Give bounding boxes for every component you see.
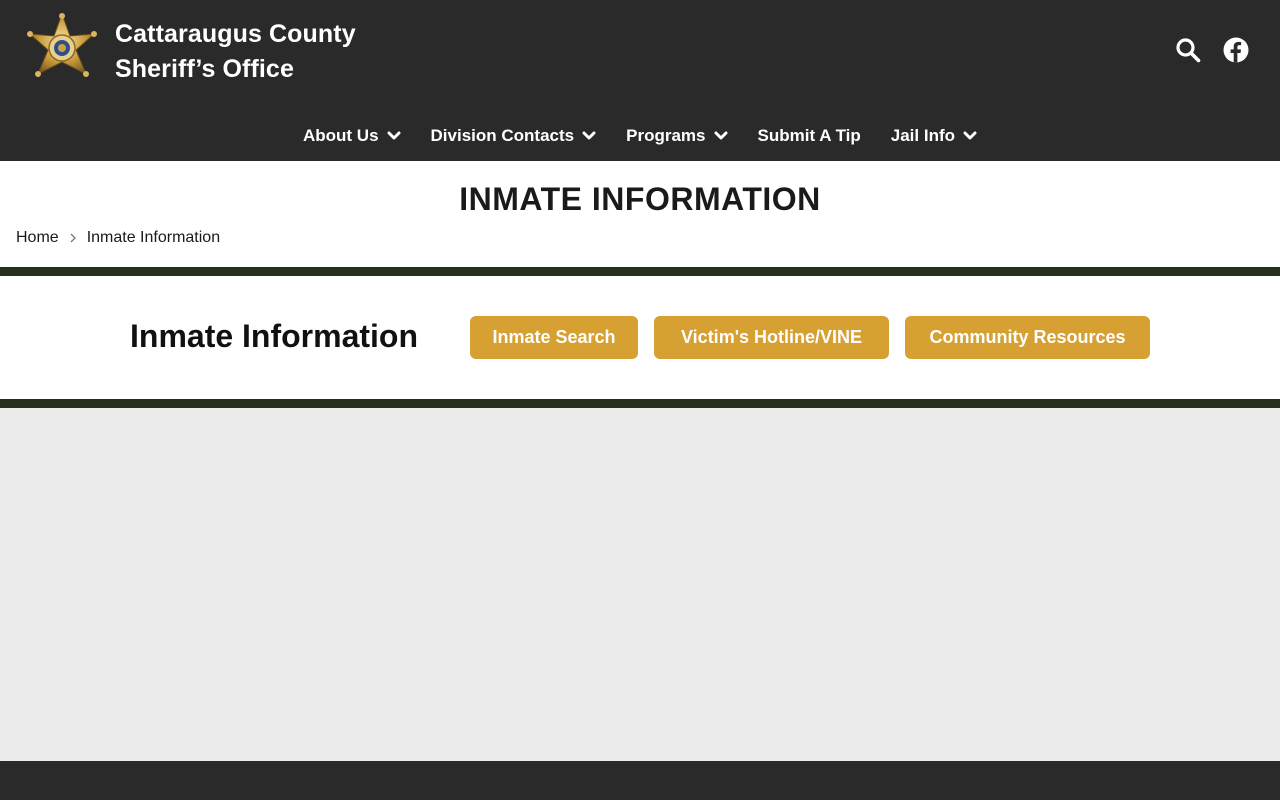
chevron-down-icon [387,131,401,140]
inmate-search-button[interactable]: Inmate Search [470,316,638,359]
nav-item-label: Submit A Tip [757,126,861,145]
nav-item-division-contacts[interactable]: Division Contacts [431,126,597,146]
breadcrumb-home-link[interactable]: Home [16,229,59,247]
section-heading: Inmate Information [130,318,419,354]
nav-item-label: About Us [302,126,379,145]
facebook-icon[interactable] [1222,36,1250,64]
nav-item-about-us[interactable]: About Us [303,126,401,146]
divider-band [0,399,1280,408]
chevron-right-icon [70,233,76,243]
inmate-info-section: Inmate Information Inmate Search Victim'… [0,276,1280,399]
site-footer [0,761,1280,800]
page-title: INMATE INFORMATION [459,181,821,217]
chevron-down-icon [714,131,727,140]
nav-item-submit-a-tip[interactable]: Submit A Tip [758,126,861,146]
brand-link[interactable]: Cattaraugus County Sheriff’s Office [26,12,356,87]
nav-item-label: Division Contacts [430,126,575,145]
nav-item-label: Programs [626,126,706,145]
breadcrumb: Home Inmate Information [16,229,220,247]
main-nav: About Us Division Contacts Programs Subm… [0,120,1280,152]
nav-item-programs[interactable]: Programs [626,126,727,146]
content-area [0,408,1280,761]
site-title-line2: Sheriff’s Office [115,55,294,83]
header-icons [1174,36,1250,64]
community-resources-button[interactable]: Community Resources [905,316,1150,359]
nav-item-jail-info[interactable]: Jail Info [891,126,977,146]
divider-band [0,267,1280,276]
victims-hotline-vine-button[interactable]: Victim's Hotline/VINE [654,316,889,359]
chevron-down-icon [963,131,977,140]
search-icon[interactable] [1174,36,1202,64]
star-badge-logo [27,12,97,77]
page-title-area: INMATE INFORMATION Home Inmate Informati… [0,161,1280,267]
nav-item-label: Jail Info [890,126,955,145]
site-header: Cattaraugus County Sheriff’s Office Abou… [0,0,1280,161]
breadcrumb-current: Inmate Information [86,229,221,246]
site-title: Cattaraugus County Sheriff’s Office [115,17,356,87]
chevron-down-icon [582,131,596,140]
site-title-line1: Cattaraugus County [115,20,356,48]
